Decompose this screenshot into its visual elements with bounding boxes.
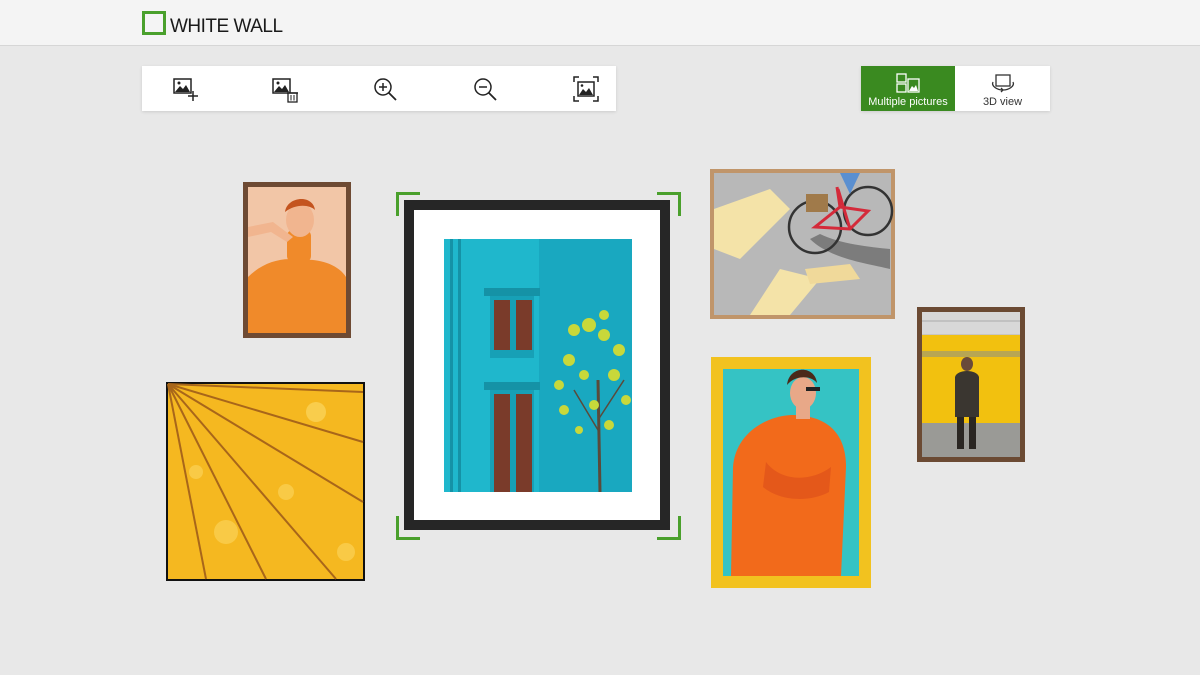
zoom-in-icon	[374, 77, 397, 101]
wall-canvas[interactable]	[0, 112, 1200, 675]
delete-picture-button[interactable]	[255, 66, 315, 111]
add-image-icon	[173, 77, 198, 101]
fit-to-screen-button[interactable]	[556, 66, 616, 111]
3d-view-icon	[991, 74, 1014, 93]
picture-yellow-umbrella[interactable]	[166, 382, 365, 581]
woman-orange-blazer-image	[711, 357, 871, 588]
yellow-umbrella-image	[166, 382, 365, 581]
app-header: WHITE WALL	[0, 0, 1200, 46]
brand-name: WHITE WALL	[170, 16, 283, 37]
man-subway-image	[917, 307, 1025, 462]
selection-handle-bottom-left[interactable]	[396, 516, 420, 540]
red-bicycle-image	[710, 169, 895, 319]
woman-orange-sweater-image	[243, 182, 351, 338]
multiple-pictures-label: Multiple pictures	[868, 96, 948, 108]
selection-handle-top-right[interactable]	[657, 192, 681, 216]
picture-turquoise-building[interactable]	[404, 200, 670, 530]
logo-square-icon	[142, 11, 166, 35]
delete-image-icon	[272, 77, 298, 103]
selection-handle-bottom-right[interactable]	[657, 516, 681, 540]
picture-man-subway[interactable]	[917, 307, 1025, 462]
turquoise-building-image	[404, 200, 670, 530]
picture-woman-orange-blazer[interactable]	[711, 357, 871, 588]
picture-red-bicycle[interactable]	[710, 169, 895, 319]
zoom-out-button[interactable]	[455, 66, 515, 111]
editor-toolbar	[142, 66, 616, 111]
selection-handle-top-left[interactable]	[396, 192, 420, 216]
add-picture-button[interactable]	[156, 66, 216, 111]
view-mode-toggle: Multiple pictures 3D view	[861, 66, 1050, 111]
zoom-out-icon	[474, 77, 497, 101]
picture-woman-orange-sweater[interactable]	[243, 182, 351, 338]
brand-logo[interactable]: WHITE WALL	[142, 11, 283, 37]
fit-screen-icon	[573, 75, 599, 102]
3d-view-label: 3D view	[982, 96, 1023, 108]
zoom-in-button[interactable]	[355, 66, 415, 111]
multiple-pictures-button[interactable]: Multiple pictures	[861, 66, 955, 111]
3d-view-button[interactable]: 3D view	[955, 66, 1050, 111]
multiple-pictures-icon	[896, 73, 920, 93]
